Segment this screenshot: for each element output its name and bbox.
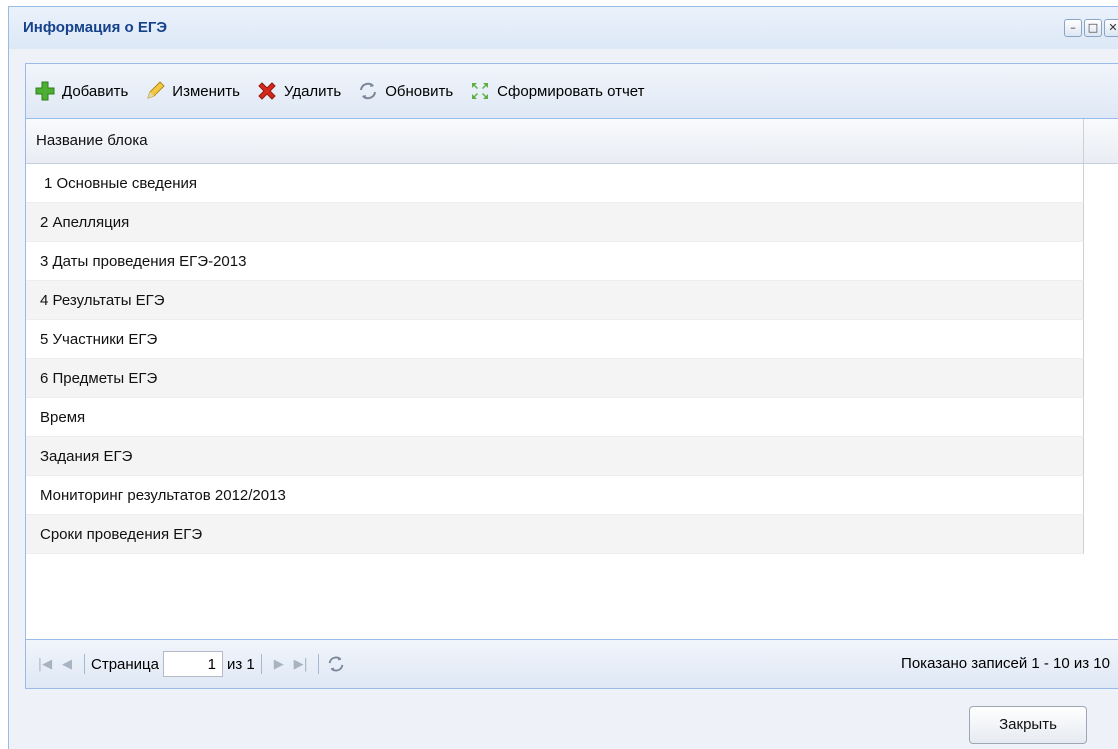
edit-label: Изменить xyxy=(172,82,240,100)
add-label: Добавить xyxy=(62,82,129,100)
grid-header: Название блока xyxy=(26,119,1118,164)
next-page-icon[interactable]: ▶ xyxy=(268,653,290,675)
report-label: Сформировать отчет xyxy=(497,82,645,100)
row-label: 1 Основные сведения xyxy=(44,175,198,192)
table-row[interactable]: Мониторинг результатов 2012/2013 xyxy=(26,476,1084,515)
row-label: Задания ЕГЭ xyxy=(40,448,133,465)
row-label: 6 Предметы ЕГЭ xyxy=(40,370,158,387)
pager-separator xyxy=(260,654,262,674)
column-header-block-name[interactable]: Название блока xyxy=(26,119,1084,163)
pager: |◀ ◀ Страница из 1 ▶ ▶| Показано записей… xyxy=(26,639,1118,688)
close-icon[interactable]: ✕ xyxy=(1104,19,1118,37)
close-button[interactable]: Закрыть xyxy=(969,706,1087,744)
window-title: Информация о ЕГЭ xyxy=(23,19,168,36)
refresh-button[interactable]: Обновить xyxy=(357,80,453,102)
row-label: 2 Апелляция xyxy=(40,214,130,231)
row-label: Сроки проведения ЕГЭ xyxy=(40,526,203,543)
table-row[interactable]: 3 Даты проведения ЕГЭ-2013 xyxy=(26,242,1084,281)
last-page-icon[interactable]: ▶| xyxy=(290,653,312,675)
grid-rows: 1 Основные сведения 2 Апелляция 3 Даты про… xyxy=(26,164,1084,554)
page-label: Страница xyxy=(91,655,159,673)
grid-panel: Добавить Изменить Удалить Обновить Сформ… xyxy=(25,63,1118,689)
report-button[interactable]: Сформировать отчет xyxy=(469,80,644,102)
ege-info-window: Информация о ЕГЭ – □ ✕ Добавить Изменить xyxy=(8,6,1118,749)
row-label: Время xyxy=(40,409,86,426)
add-button[interactable]: Добавить xyxy=(34,80,128,102)
prev-page-icon[interactable]: ◀ xyxy=(56,653,78,675)
table-row[interactable]: Сроки проведения ЕГЭ xyxy=(26,515,1084,554)
page-of-label: из 1 xyxy=(226,655,255,673)
refresh-icon xyxy=(360,82,377,100)
records-info: Показано записей 1 - 10 из 10 xyxy=(901,655,1110,672)
pager-refresh-icon[interactable] xyxy=(325,653,347,675)
x-icon xyxy=(258,82,276,100)
table-row[interactable]: 6 Предметы ЕГЭ xyxy=(26,359,1084,398)
plus-icon xyxy=(35,81,55,101)
pencil-icon xyxy=(147,81,166,99)
row-label: 5 Участники ЕГЭ xyxy=(40,331,158,348)
table-row[interactable]: 2 Апелляция xyxy=(26,203,1084,242)
delete-label: Удалить xyxy=(283,82,342,100)
toolbar: Добавить Изменить Удалить Обновить Сформ… xyxy=(26,64,1118,119)
table-row[interactable]: 5 Участники ЕГЭ xyxy=(26,320,1084,359)
edit-button[interactable]: Изменить xyxy=(144,80,240,102)
page-number-input[interactable] xyxy=(162,651,223,677)
pager-separator xyxy=(317,654,319,674)
row-label: 4 Результаты ЕГЭ xyxy=(40,292,165,309)
minimize-icon[interactable]: – xyxy=(1064,19,1082,37)
window-tools: – □ ✕ xyxy=(1064,19,1118,37)
table-row[interactable]: Время xyxy=(26,398,1084,437)
row-label: Мониторинг результатов 2012/2013 xyxy=(40,487,286,504)
delete-button[interactable]: Удалить xyxy=(256,80,341,102)
table-row[interactable]: Задания ЕГЭ xyxy=(26,437,1084,476)
report-icon xyxy=(472,83,489,99)
refresh-label: Обновить xyxy=(385,82,454,100)
window-titlebar[interactable]: Информация о ЕГЭ – □ ✕ xyxy=(9,7,1118,49)
maximize-icon[interactable]: □ xyxy=(1084,19,1102,37)
row-label: 3 Даты проведения ЕГЭ-2013 xyxy=(40,253,247,270)
pager-separator xyxy=(84,654,85,674)
table-row[interactable]: 4 Результаты ЕГЭ xyxy=(26,281,1084,320)
table-row[interactable]: 1 Основные сведения xyxy=(26,164,1084,203)
first-page-icon[interactable]: |◀ xyxy=(34,653,56,675)
